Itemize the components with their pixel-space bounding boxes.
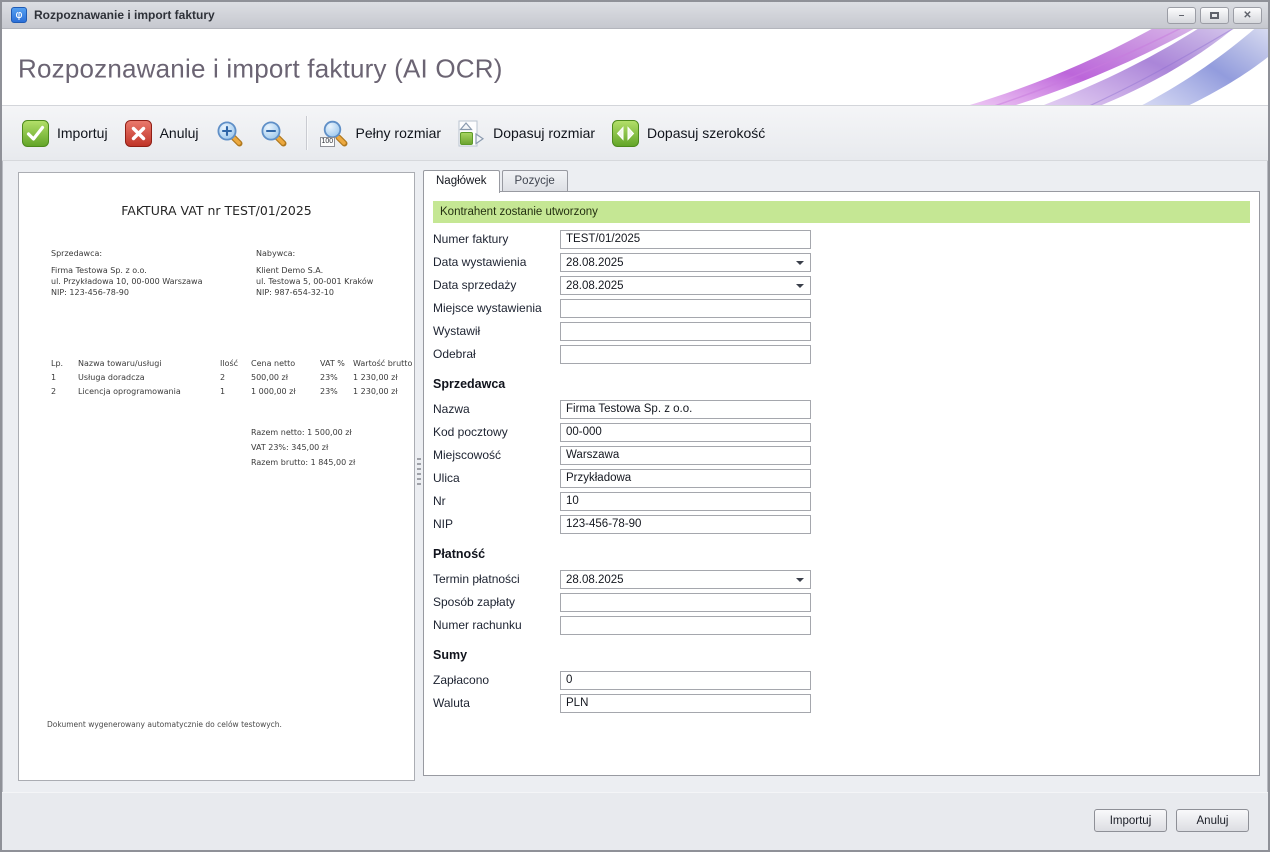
panel-splitter[interactable]	[415, 172, 423, 781]
kod-pocztowy-label: Kod pocztowy	[433, 425, 560, 439]
sposob-zaplaty-input[interactable]	[560, 593, 811, 612]
ulica-input[interactable]	[560, 469, 811, 488]
full-size-label: Pełny rozmiar	[356, 125, 442, 141]
main-content: FAKTURA VAT nr TEST/01/2025 Sprzedawca: …	[2, 161, 1268, 792]
waluta-input[interactable]	[560, 694, 811, 713]
header-banner: Rozpoznawanie i import faktury (AI OCR)	[2, 29, 1268, 106]
nip-label: NIP	[433, 517, 560, 531]
titlebar[interactable]: φ Rozpoznawanie i import faktury – ✕	[2, 2, 1268, 29]
x-icon	[125, 120, 152, 147]
miejscowosc-input[interactable]	[560, 446, 811, 465]
numer-rachunku-label: Numer rachunku	[433, 618, 560, 632]
form-panel: Kontrahent zostanie utworzony Numer fakt…	[423, 191, 1260, 776]
termin-platnosci-label: Termin płatności	[433, 572, 560, 586]
nip-input[interactable]	[560, 515, 811, 534]
fit-width-icon	[612, 120, 639, 147]
sposob-zaplaty-label: Sposób zapłaty	[433, 595, 560, 609]
fit-width-button[interactable]: Dopasuj szerokość	[606, 115, 776, 152]
app-icon: φ	[11, 7, 27, 23]
data-sprzedazy-input[interactable]	[560, 276, 811, 295]
invoice-items-table: Lp.Nazwa towaru/usługi IlośćCena netto V…	[19, 357, 414, 399]
termin-platnosci-input[interactable]	[560, 570, 811, 589]
zoom-in-button[interactable]	[210, 115, 254, 152]
miejsce-wystawienia-input[interactable]	[560, 299, 811, 318]
form-area: Nagłówek Pozycje Kontrahent zostanie utw…	[423, 170, 1260, 776]
invoice-footnote: Dokument wygenerowany automatycznie do c…	[47, 720, 282, 729]
section-platnosc: Płatność	[433, 547, 1259, 561]
minimize-button[interactable]: –	[1167, 7, 1196, 24]
zoom-in-icon	[216, 120, 243, 147]
zoom-out-icon	[260, 120, 287, 147]
numer-rachunku-input[interactable]	[560, 616, 811, 635]
toolbar-cancel-label: Anuluj	[160, 125, 199, 141]
nazwa-input[interactable]	[560, 400, 811, 419]
chevron-down-icon[interactable]	[796, 284, 804, 288]
fit-width-label: Dopasuj szerokość	[647, 125, 765, 141]
data-sprzedazy-label: Data sprzedaży	[433, 278, 560, 292]
miejscowosc-label: Miejscowość	[433, 448, 560, 462]
invoice-table-row: 2Licencja oprogramowania 11 000,00 zł 23…	[51, 385, 414, 399]
app-window: φ Rozpoznawanie i import faktury – ✕ Roz…	[0, 0, 1270, 852]
odebral-label: Odebrał	[433, 347, 560, 361]
status-banner: Kontrahent zostanie utworzony	[433, 201, 1250, 223]
odebral-input[interactable]	[560, 345, 811, 364]
fit-size-label: Dopasuj rozmiar	[493, 125, 595, 141]
splitter-grip-icon	[417, 458, 421, 488]
numer-faktury-input[interactable]	[560, 230, 811, 249]
invoice-table-header: Lp.Nazwa towaru/usługi IlośćCena netto V…	[51, 357, 414, 371]
data-wystawienia-label: Data wystawienia	[433, 255, 560, 269]
maximize-button[interactable]	[1200, 7, 1229, 24]
miejsce-wystawienia-label: Miejsce wystawienia	[433, 301, 560, 315]
nr-input[interactable]	[560, 492, 811, 511]
fit-size-button[interactable]: Dopasuj rozmiar	[452, 115, 606, 152]
full-size-icon: 100	[321, 120, 348, 147]
check-icon	[22, 120, 49, 147]
footer-bar: Importuj Anuluj	[2, 792, 1268, 850]
tab-pozycje[interactable]: Pozycje	[502, 170, 568, 192]
wystawil-input[interactable]	[560, 322, 811, 341]
data-wystawienia-input[interactable]	[560, 253, 811, 272]
zaplacono-input[interactable]	[560, 671, 811, 690]
invoice-preview-panel[interactable]: FAKTURA VAT nr TEST/01/2025 Sprzedawca: …	[18, 172, 415, 781]
ulica-label: Ulica	[433, 471, 560, 485]
wystawil-label: Wystawił	[433, 324, 560, 338]
toolbar-import-label: Importuj	[57, 125, 108, 141]
nazwa-label: Nazwa	[433, 402, 560, 416]
decorative-swirl-graphic	[878, 29, 1268, 106]
nr-label: Nr	[433, 494, 560, 508]
section-sprzedawca: Sprzedawca	[433, 377, 1259, 391]
zaplacono-label: Zapłacono	[433, 673, 560, 687]
toolbar-import-button[interactable]: Importuj	[16, 115, 119, 152]
waluta-label: Waluta	[433, 696, 560, 710]
tab-naglowek[interactable]: Nagłówek	[423, 170, 500, 193]
full-size-button[interactable]: 100 Pełny rozmiar	[315, 115, 453, 152]
kod-pocztowy-input[interactable]	[560, 423, 811, 442]
import-button[interactable]: Importuj	[1094, 809, 1167, 832]
invoice-buyer-block: Nabywca: Klient Demo S.A. ul. Testowa 5,…	[256, 248, 373, 298]
section-sumy: Sumy	[433, 648, 1259, 662]
tab-bar: Nagłówek Pozycje	[423, 170, 1260, 192]
toolbar-separator	[306, 116, 307, 150]
cancel-button[interactable]: Anuluj	[1176, 809, 1249, 832]
page-title: Rozpoznawanie i import faktury (AI OCR)	[18, 53, 503, 84]
full-size-badge: 100	[320, 137, 336, 147]
invoice-totals: Razem netto: 1 500,00 zł VAT 23%: 345,00…	[251, 425, 414, 470]
invoice-title: FAKTURA VAT nr TEST/01/2025	[19, 203, 414, 218]
numer-faktury-label: Numer faktury	[433, 232, 560, 246]
fit-size-icon	[458, 120, 485, 147]
zoom-out-button[interactable]	[254, 115, 298, 152]
chevron-down-icon[interactable]	[796, 578, 804, 582]
invoice-parties: Sprzedawca: Firma Testowa Sp. z o.o. ul.…	[19, 248, 414, 310]
toolbar: Importuj Anuluj	[2, 106, 1268, 161]
maximize-icon	[1210, 12, 1219, 19]
invoice-table-row: 1Usługa doradcza 2500,00 zł 23%1 230,00 …	[51, 371, 414, 385]
invoice-seller-block: Sprzedawca: Firma Testowa Sp. z o.o. ul.…	[51, 248, 203, 298]
window-title: Rozpoznawanie i import faktury	[34, 8, 215, 22]
toolbar-cancel-button[interactable]: Anuluj	[119, 115, 210, 152]
close-button[interactable]: ✕	[1233, 7, 1262, 24]
chevron-down-icon[interactable]	[796, 261, 804, 265]
